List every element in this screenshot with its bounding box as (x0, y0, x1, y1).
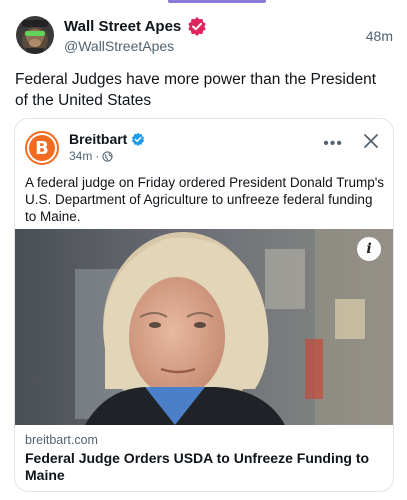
author-handle[interactable]: @WallStreetApes (64, 38, 174, 54)
avatar[interactable] (16, 16, 54, 54)
globe-icon (102, 150, 113, 162)
post-header: Wall Street Apes @WallStreetApes 48m (14, 14, 393, 58)
top-indicator (168, 0, 266, 3)
author-name-text: Wall Street Apes (64, 17, 182, 35)
article-photo[interactable]: i (15, 229, 393, 425)
verified-badge-icon (188, 17, 206, 36)
source-name[interactable]: Breitbart (69, 131, 145, 147)
close-icon[interactable] (361, 131, 381, 151)
embed-text: A federal judge on Friday ordered Presid… (25, 175, 385, 224)
verified-badge-icon (132, 132, 145, 146)
post-text: Federal Judges have more power than the … (15, 71, 377, 109)
source-name-text: Breitbart (69, 131, 128, 147)
author-name[interactable]: Wall Street Apes (64, 16, 207, 36)
embed-header: B Breitbart 34m · ••• (25, 131, 383, 171)
post-time: 48m (365, 28, 393, 44)
breitbart-logo-letter: B (29, 135, 55, 161)
link-domain[interactable]: breitbart.com (25, 433, 98, 447)
link-title[interactable]: Federal Judge Orders USDA to Unfreeze Fu… (25, 450, 380, 484)
source-meta: 34m · (69, 149, 113, 163)
source-time: 34m (69, 149, 93, 163)
meta-separator: · (95, 149, 100, 163)
info-icon[interactable]: i (357, 237, 381, 261)
embedded-post-card[interactable]: B Breitbart 34m · ••• A federal judge on… (14, 118, 394, 492)
breitbart-logo-icon[interactable]: B (25, 131, 59, 165)
more-icon[interactable]: ••• (323, 135, 343, 153)
